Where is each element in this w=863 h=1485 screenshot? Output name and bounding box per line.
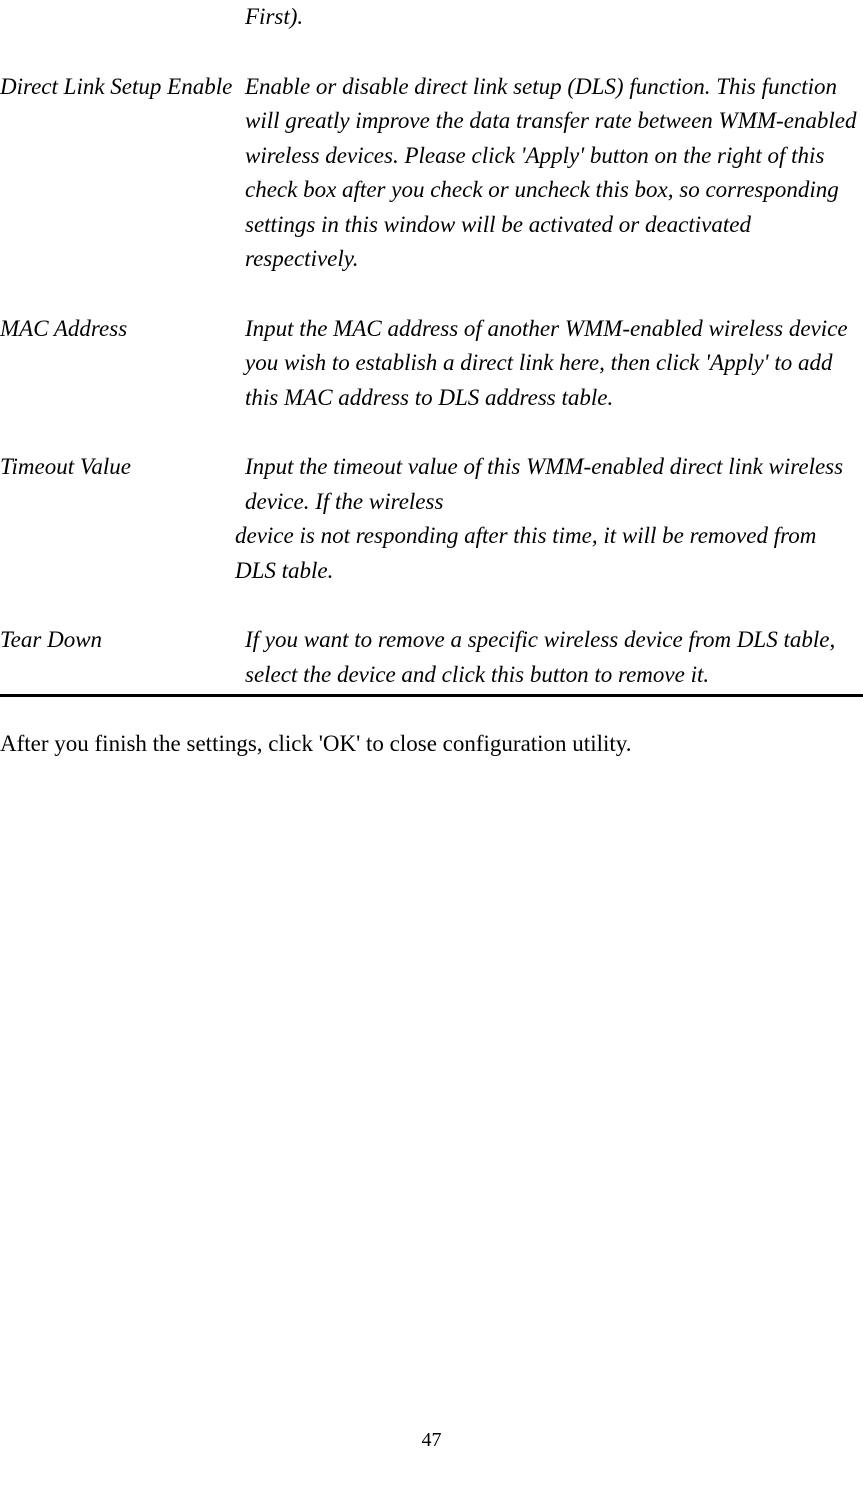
after-settings-text: After you finish the settings, click 'OK… [0,727,863,762]
desc-timeout-part1: Input the timeout value of this WMM-enab… [245,454,843,514]
fragment-first: First). [245,0,863,35]
desc-mac-address: Input the MAC address of another WMM-ena… [245,312,863,416]
desc-direct-link: Enable or disable direct link setup (DLS… [245,70,863,277]
desc-tear-down: If you want to remove a specific wireles… [245,623,863,692]
desc-timeout-value: Input the timeout value of this WMM-enab… [245,450,863,588]
term-mac-address: MAC Address [0,312,245,347]
entry-tear-down: Tear Down If you want to remove a specif… [0,623,863,692]
term-direct-link: Direct Link Setup Enable [0,70,245,105]
entry-mac-address: MAC Address Input the MAC address of ano… [0,312,863,416]
section-divider [0,694,863,697]
term-timeout-value: Timeout Value [0,450,245,485]
page-number: 47 [0,1425,863,1455]
desc-timeout-part2: device is not responding after this time… [235,519,858,588]
entry-timeout-value: Timeout Value Input the timeout value of… [0,450,863,588]
term-tear-down: Tear Down [0,623,245,658]
entry-direct-link: Direct Link Setup Enable Enable or disab… [0,70,863,277]
